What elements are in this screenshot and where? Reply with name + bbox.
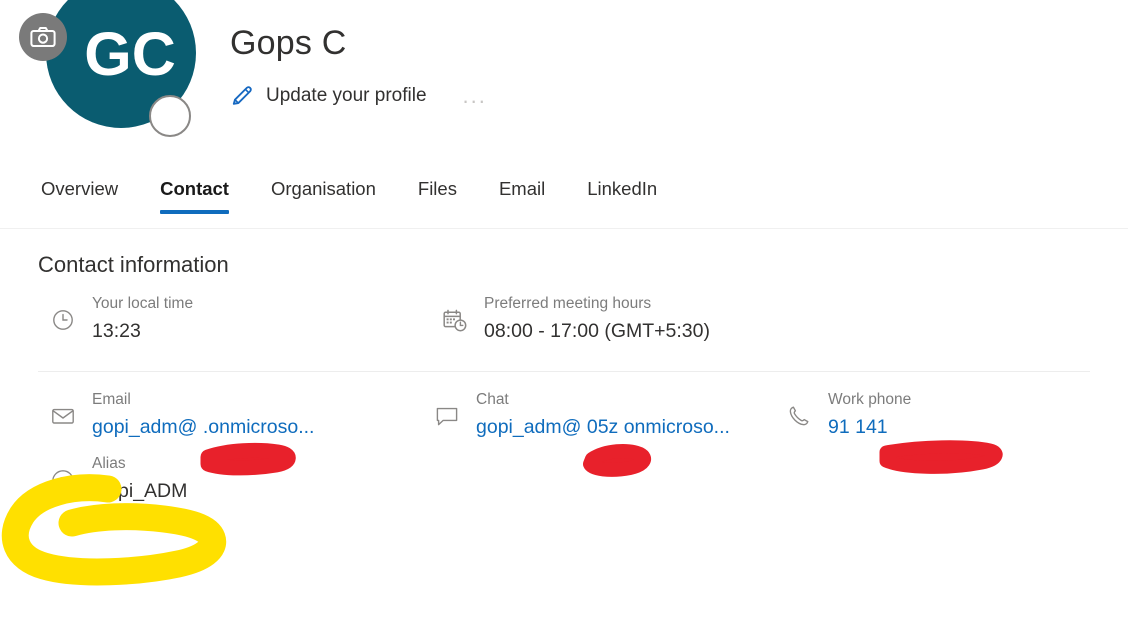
chat-value[interactable]: gopi_adm@ 05z onmicroso... bbox=[476, 414, 730, 440]
field-label: Chat bbox=[476, 390, 509, 408]
tab-label: Email bbox=[498, 178, 546, 199]
profile-header: GC Gops C Update your profile ... bbox=[0, 0, 1128, 170]
contact-information-panel: Contact information Your local time 13:2… bbox=[0, 229, 1128, 505]
tab-label: LinkedIn bbox=[587, 178, 658, 199]
at-sign-icon bbox=[48, 452, 78, 494]
section-title: Contact information bbox=[38, 252, 229, 277]
tab-overview[interactable]: Overview bbox=[41, 170, 139, 214]
avatar[interactable]: GC bbox=[19, 0, 196, 137]
clock-icon bbox=[48, 292, 78, 332]
tab-files[interactable]: Files bbox=[397, 170, 478, 214]
more-options-button[interactable]: ... bbox=[463, 85, 487, 107]
tab-label: Contact bbox=[160, 178, 229, 199]
field-label: Alias bbox=[92, 455, 126, 473]
field-label: Email bbox=[92, 390, 131, 408]
field-email: Email gopi_adm@ .onmicroso... bbox=[48, 388, 432, 441]
tab-email[interactable]: Email bbox=[478, 170, 566, 214]
mail-icon bbox=[48, 388, 78, 428]
update-profile-row: Update your profile ... bbox=[230, 83, 487, 109]
field-alias: Alias Gopi_ADM bbox=[48, 452, 187, 505]
pencil-edit-icon[interactable] bbox=[230, 83, 266, 109]
calendar-clock-icon bbox=[440, 292, 470, 334]
update-profile-link[interactable]: Update your profile bbox=[266, 85, 427, 107]
profile-header-text: Gops C Update your profile ... bbox=[230, 24, 487, 109]
tab-contact[interactable]: Contact bbox=[139, 170, 250, 214]
field-label: Work phone bbox=[828, 390, 912, 408]
phone-icon bbox=[784, 388, 814, 428]
alias-value: Gopi_ADM bbox=[92, 480, 188, 503]
tab-bar: Overview Contact Organisation Files Emai… bbox=[0, 170, 1128, 229]
field-chat: Chat gopi_adm@ 05z onmicroso... bbox=[432, 388, 784, 441]
chat-bubble-icon bbox=[432, 388, 462, 428]
camera-icon[interactable] bbox=[19, 13, 67, 61]
tab-label: Overview bbox=[41, 178, 119, 199]
field-local-time: Your local time 13:23 bbox=[48, 292, 440, 345]
tab-linkedin[interactable]: LinkedIn bbox=[566, 170, 678, 214]
field-label: Preferred meeting hours bbox=[484, 295, 652, 312]
local-time-value: 13:23 bbox=[92, 320, 141, 343]
meeting-hours-value: 08:00 - 17:00 (GMT+5:30) bbox=[484, 320, 710, 343]
field-preferred-meeting-hours: Preferred meeting hours 08:00 - 17:00 (G… bbox=[440, 292, 710, 345]
tab-organisation[interactable]: Organisation bbox=[250, 170, 397, 214]
contact-row-alias: Alias Gopi_ADM bbox=[0, 440, 1128, 505]
presence-status-ring bbox=[149, 95, 191, 137]
page-title: Gops C bbox=[230, 24, 347, 62]
tab-label: Organisation bbox=[270, 178, 376, 199]
tab-label: Files bbox=[417, 178, 457, 199]
field-label: Your local time bbox=[92, 295, 194, 312]
field-work-phone: Work phone 91 141 bbox=[784, 388, 911, 441]
contact-row-time: Your local time 13:23 Preferred meeting … bbox=[0, 278, 1128, 345]
contact-row-channels: Email gopi_adm@ .onmicroso... Chat gopi_… bbox=[0, 372, 1128, 441]
email-value[interactable]: gopi_adm@ .onmicroso... bbox=[92, 414, 314, 440]
work-phone-value[interactable]: 91 141 bbox=[828, 414, 911, 440]
avatar-initials: GC bbox=[84, 19, 176, 88]
